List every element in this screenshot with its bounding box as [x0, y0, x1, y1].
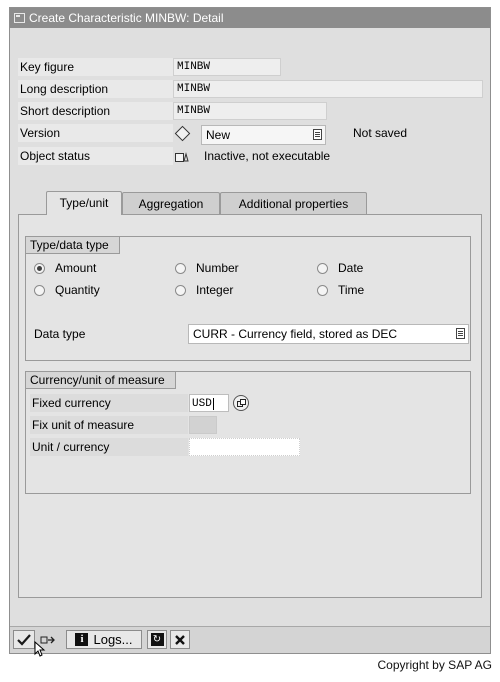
radio-number-indicator[interactable] — [175, 262, 186, 274]
radio-date[interactable]: Date — [317, 261, 363, 275]
save-status-text: Not saved — [353, 126, 408, 140]
fixed-currency-input[interactable]: USD — [189, 394, 229, 412]
key-figure-label: Key figure — [18, 58, 173, 76]
confirm-button[interactable] — [13, 630, 35, 649]
currency-unit-group-title: Currency/unit of measure — [26, 372, 176, 389]
radio-integer-label: Integer — [196, 283, 234, 297]
search-help-icon[interactable] — [233, 395, 249, 411]
tab-aggregation[interactable]: Aggregation — [122, 192, 220, 214]
fixed-currency-value: USD — [192, 398, 212, 410]
cancel-button[interactable] — [170, 630, 190, 649]
short-description-field[interactable]: MINBW — [173, 102, 327, 120]
radio-date-indicator[interactable] — [317, 262, 328, 274]
radio-time-label: Time — [338, 283, 365, 297]
tab-additional-properties[interactable]: Additional properties — [220, 192, 367, 214]
radio-amount-label: Amount — [55, 261, 97, 275]
object-status-label: Object status — [18, 147, 173, 165]
mouse-pointer-icon — [34, 640, 46, 660]
data-type-dropdown[interactable]: CURR - Currency field, stored as DEC — [188, 324, 469, 344]
type-data-type-group-title: Type/data type — [26, 237, 120, 254]
object-status-value: Inactive, not executable — [204, 149, 331, 163]
bottom-toolbar: i Logs... ↻ — [10, 626, 490, 657]
short-description-label: Short description — [18, 102, 173, 120]
radio-date-label: Date — [338, 261, 364, 275]
tab-aggregation-label: Aggregation — [138, 197, 204, 211]
logs-button[interactable]: i Logs... — [66, 630, 142, 649]
type-data-type-group: Type/data type Amount Number Date Quanti… — [25, 236, 471, 361]
checkmark-icon — [17, 633, 31, 646]
tab-type-unit-label: Type/unit — [59, 196, 109, 210]
version-dropdown[interactable]: New — [201, 125, 326, 145]
version-value: New — [206, 128, 231, 142]
data-type-value: CURR - Currency field, stored as DEC — [193, 327, 398, 341]
tab-additional-properties-label: Additional properties — [238, 197, 349, 211]
window-title: Create Characteristic MINBW: Detail — [29, 11, 224, 25]
unit-currency-input[interactable] — [189, 438, 300, 456]
characteristic-window: Create Characteristic MINBW: Detail Key … — [9, 7, 491, 657]
text-cursor — [212, 398, 214, 410]
title-bar: Create Characteristic MINBW: Detail — [10, 8, 490, 28]
unit-currency-label: Unit / currency — [30, 438, 188, 456]
fixed-currency-label: Fixed currency — [30, 394, 188, 412]
data-type-dropdown-button-icon[interactable] — [456, 328, 465, 339]
version-dropdown-button-icon[interactable] — [313, 129, 322, 140]
window-icon — [14, 13, 25, 23]
tab-panel-type-unit: Type/data type Amount Number Date Quanti… — [18, 214, 482, 598]
close-icon — [175, 634, 185, 645]
copyright-text: Copyright by SAP AG — [377, 658, 492, 672]
key-figure-value[interactable]: MINBW — [173, 58, 281, 76]
data-type-label: Data type — [34, 327, 86, 341]
info-icon: i — [75, 633, 89, 646]
version-diamond-icon — [174, 125, 191, 142]
radio-time[interactable]: Time — [317, 283, 364, 297]
radio-amount[interactable]: Amount — [34, 261, 96, 275]
long-description-label: Long description — [18, 80, 173, 98]
object-status-icon — [175, 151, 189, 162]
radio-quantity-indicator[interactable] — [34, 284, 45, 296]
refresh-icon: ↻ — [150, 633, 164, 646]
long-description-field[interactable]: MINBW — [173, 80, 483, 98]
radio-time-indicator[interactable] — [317, 284, 328, 296]
radio-integer-indicator[interactable] — [175, 284, 186, 296]
fix-unit-label: Fix unit of measure — [30, 416, 188, 434]
radio-number[interactable]: Number — [175, 261, 239, 275]
version-label: Version — [18, 124, 173, 142]
fix-unit-input[interactable] — [189, 416, 217, 434]
radio-quantity-label: Quantity — [55, 283, 100, 297]
refresh-button[interactable]: ↻ — [147, 630, 167, 649]
radio-quantity[interactable]: Quantity — [34, 283, 100, 297]
tab-type-unit[interactable]: Type/unit — [46, 191, 122, 215]
logs-button-label: Logs... — [93, 632, 133, 647]
radio-integer[interactable]: Integer — [175, 283, 233, 297]
currency-unit-group: Currency/unit of measure Fixed currency … — [25, 371, 471, 494]
radio-number-label: Number — [196, 261, 239, 275]
radio-amount-indicator[interactable] — [34, 262, 45, 274]
